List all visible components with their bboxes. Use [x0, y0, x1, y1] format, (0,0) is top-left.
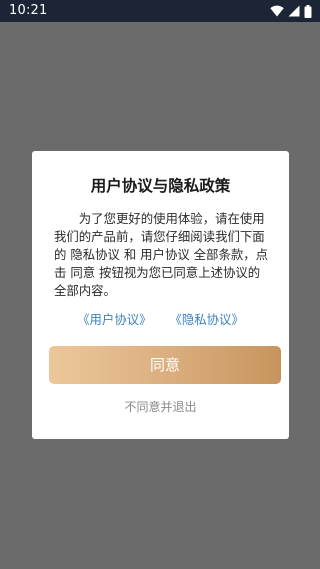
- dialog-title: 用户协议与隐私政策: [90, 177, 231, 195]
- dialog-body-text: 为了您更好的使用体验，请在使用我们的产品前，请您仔细阅读我们下面的 隐私协议 和…: [54, 211, 269, 298]
- decline-and-exit-button[interactable]: 不同意并退出: [32, 399, 289, 415]
- status-icons: [270, 4, 312, 18]
- privacy-agreement-dialog: 用户协议与隐私政策 为了您更好的使用体验，请在使用我们的产品前，请您仔细阅读我们…: [32, 151, 289, 439]
- battery-icon: [304, 4, 312, 18]
- agree-button[interactable]: 同意: [49, 346, 281, 384]
- status-bar: 10:21: [0, 0, 320, 22]
- cellular-signal-icon: [288, 5, 300, 17]
- status-time: 10:21: [9, 3, 48, 18]
- agreement-links: 《用户协议》 《隐私协议》: [32, 312, 289, 328]
- wifi-icon: [270, 5, 284, 17]
- user-agreement-link[interactable]: 《用户协议》: [77, 312, 151, 328]
- privacy-agreement-link[interactable]: 《隐私协议》: [170, 312, 244, 328]
